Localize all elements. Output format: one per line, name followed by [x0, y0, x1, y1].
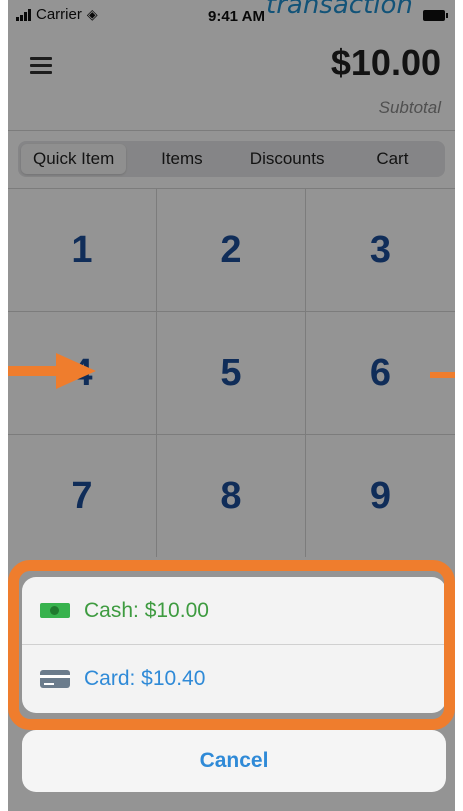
cancel-button[interactable]: Cancel — [22, 730, 446, 792]
annotation-highlight — [8, 560, 455, 730]
annotation-arrow-stub — [430, 372, 455, 378]
annotation-arrow-icon — [8, 353, 96, 389]
phone-screen: Carrier ◈ 9:41 AM transaction $10.00 Sub… — [8, 0, 455, 811]
